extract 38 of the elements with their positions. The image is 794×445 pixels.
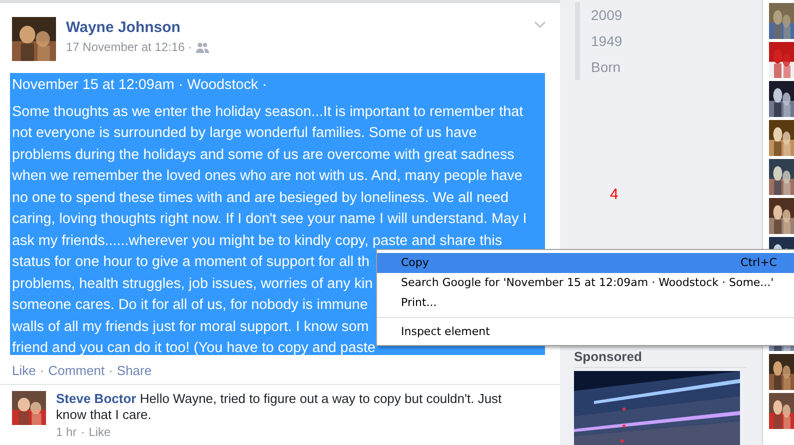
action-link[interactable]: Share	[116, 363, 152, 378]
menu-item[interactable]: Copy Ctrl+C	[377, 253, 794, 273]
post-text-line: problems, health struggles, job issues, worries of any kin	[12, 274, 373, 294]
separator-dot: ·	[80, 425, 85, 439]
separator-dot: ·	[108, 363, 113, 378]
comment-time[interactable]: 1 hr	[56, 425, 77, 439]
post-text-line: status for one hour to give a moment of support for all th	[12, 253, 370, 272]
post-text-line: someone cares. Do it for all of us, for nobody is immune	[12, 296, 368, 315]
commenter-name[interactable]: Steve Boctor	[56, 391, 136, 406]
menu-item[interactable]: Print...	[377, 293, 794, 313]
menu-item[interactable]: Search Google for 'November 15 at 12:09am · Woodstock · Some...'	[377, 273, 794, 293]
post-text-line: walls of all my friends just for moral support. I know som	[12, 318, 369, 336]
menu-item-label: Copy	[401, 256, 429, 270]
post-text-line: not everyone is surrounded by large wonderful families. Some of us have	[12, 124, 477, 143]
separator-dot: ·	[40, 363, 44, 378]
sponsored-heading: Sponsored	[574, 349, 746, 368]
post-text-line: caring, loving thoughts right now. If I don't see your name I will understand. May I	[12, 210, 527, 229]
menu-item[interactable]: Inspect element	[377, 322, 794, 342]
post-text-line: problems during the holidays and some of us are overcome with great sadness	[12, 146, 514, 164]
post-text-line: November 15 at 12:09am · Woodstock ·	[12, 76, 267, 95]
post-text-line: friend and you can do it too! (You have to copy and paste	[12, 339, 376, 358]
notification-count: 4	[610, 186, 618, 203]
menu-item-label: Inspect element	[401, 325, 490, 339]
friends-icon[interactable]	[196, 42, 210, 52]
shortcut-label: Ctrl+C	[740, 256, 777, 270]
chevron-down-icon[interactable]	[534, 21, 546, 29]
post-text-line: when we remember the loved ones who are not with us. And, many people have	[12, 167, 522, 186]
action-link[interactable]: Like	[12, 363, 36, 378]
like-link[interactable]: Like	[88, 425, 111, 439]
author-name[interactable]: Wayne Johnson	[66, 19, 210, 36]
post-text-line: no one to spend these times with and are besieged by loneliness. We all need	[12, 188, 509, 208]
menu-item-label: Search Google for 'November 15 at 12:09am · Woodstock · Some...'	[401, 276, 774, 290]
post-text-line: Some thoughts as we enter the holiday season...It is important to remember that	[12, 102, 524, 122]
menu-item-label: Print...	[401, 296, 437, 310]
action-link[interactable]: Comment	[48, 363, 105, 378]
post-text-line: ask my friends......wherever you might be to kindly copy, paste and share this	[12, 232, 502, 250]
comment-text: Steve Boctor Hello Wayne, tried to figure out a way to copy but couldn't. Just know that I care.	[56, 391, 503, 423]
post-timestamp[interactable]: 17 November at 12:16 ·	[66, 40, 192, 54]
